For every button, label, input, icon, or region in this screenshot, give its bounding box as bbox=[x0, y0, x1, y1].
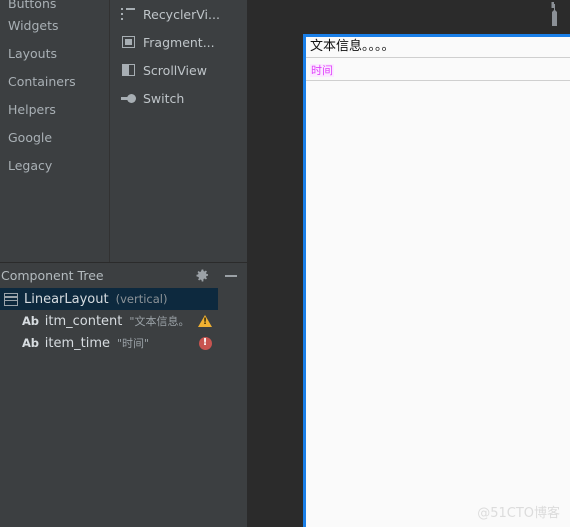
tree-node-value: "文本信息。 bbox=[129, 315, 190, 328]
error-badge[interactable]: ! bbox=[198, 336, 212, 350]
palette-category-label: Layouts bbox=[8, 46, 58, 61]
palette-category-label: Legacy bbox=[8, 158, 53, 173]
android-studio-layout-editor: Buttons Widgets Layouts Containers Helpe… bbox=[0, 0, 570, 527]
component-tree-body: LinearLayout (vertical) Ab itm_content "… bbox=[0, 288, 247, 527]
scrollview-icon bbox=[120, 62, 136, 78]
tree-node-name: item_time bbox=[44, 335, 110, 351]
palette-item-fragment[interactable]: Fragment... bbox=[110, 28, 247, 56]
palette-component-list: RecyclerVi... Fragment... ScrollView Swi… bbox=[110, 0, 247, 262]
palette-item-switch[interactable]: Switch bbox=[110, 84, 247, 112]
preview-time-row[interactable]: 时间 bbox=[306, 58, 570, 79]
preview-content-row[interactable]: 文本信息。。。。 bbox=[306, 37, 570, 56]
palette-category-widgets[interactable]: Widgets bbox=[0, 12, 109, 40]
palette-item-recyclerview[interactable]: RecyclerVi... bbox=[110, 0, 247, 28]
component-tree-panel: Component Tree LinearLayout (vertical) A… bbox=[0, 262, 247, 527]
palette-panel: Buttons Widgets Layouts Containers Helpe… bbox=[0, 0, 247, 262]
list-icon bbox=[120, 6, 136, 22]
tree-node-name: itm_content bbox=[44, 313, 123, 329]
tree-node-itm-content[interactable]: Ab itm_content "文本信息。 bbox=[0, 310, 218, 332]
tree-node-item-time[interactable]: Ab item_time "时间" ! bbox=[0, 332, 218, 354]
palette-category-label: Google bbox=[8, 130, 53, 145]
palette-category-label: Helpers bbox=[8, 102, 56, 117]
tree-node-orientation: (vertical) bbox=[115, 292, 168, 306]
preview-item-time-text: 时间 bbox=[310, 64, 334, 77]
wrench-icon[interactable] bbox=[544, 0, 566, 30]
palette-category-helpers[interactable]: Helpers bbox=[0, 96, 109, 124]
palette-item-label: RecyclerVi... bbox=[143, 6, 220, 22]
component-tree-toolbar bbox=[196, 263, 237, 288]
fragment-icon bbox=[120, 34, 136, 50]
component-tree-header: Component Tree bbox=[0, 263, 247, 288]
gear-icon[interactable] bbox=[196, 269, 209, 282]
palette-item-label: ScrollView bbox=[143, 62, 207, 78]
design-surface: 文本信息。。。。 时间 @51CTO博客 bbox=[247, 0, 570, 527]
palette-item-scrollview[interactable]: ScrollView bbox=[110, 56, 247, 84]
palette-category-label: Containers bbox=[8, 74, 76, 89]
palette-category-label: Widgets bbox=[8, 18, 59, 33]
palette-category-legacy[interactable]: Legacy bbox=[0, 152, 109, 180]
palette-category-layouts[interactable]: Layouts bbox=[0, 40, 109, 68]
palette-item-label: Switch bbox=[143, 90, 185, 106]
palette-item-label: Fragment... bbox=[143, 34, 215, 50]
switch-icon bbox=[120, 90, 136, 106]
tree-node-linearlayout[interactable]: LinearLayout (vertical) bbox=[0, 288, 218, 310]
minimize-icon[interactable] bbox=[225, 274, 237, 277]
linearlayout-icon bbox=[4, 292, 18, 306]
palette-category-label: Buttons bbox=[8, 0, 57, 11]
palette-category-google[interactable]: Google bbox=[0, 124, 109, 152]
component-tree-title: Component Tree bbox=[1, 268, 104, 283]
palette-category-buttons[interactable]: Buttons bbox=[0, 0, 109, 12]
tree-node-name: LinearLayout bbox=[24, 291, 109, 307]
layout-preview-canvas[interactable]: 文本信息。。。。 时间 @51CTO博客 bbox=[303, 34, 570, 527]
watermark: @51CTO博客 bbox=[477, 506, 560, 521]
palette-category-containers[interactable]: Containers bbox=[0, 68, 109, 96]
preview-divider-2 bbox=[306, 80, 570, 81]
tree-node-value: "时间" bbox=[116, 337, 150, 350]
palette-category-list[interactable]: Buttons Widgets Layouts Containers Helpe… bbox=[0, 0, 110, 262]
textview-type-icon: Ab bbox=[22, 314, 39, 328]
preview-itm-content-text: 文本信息。。。。 bbox=[310, 39, 395, 54]
warning-badge[interactable] bbox=[198, 314, 212, 328]
textview-type-icon: Ab bbox=[22, 336, 39, 350]
